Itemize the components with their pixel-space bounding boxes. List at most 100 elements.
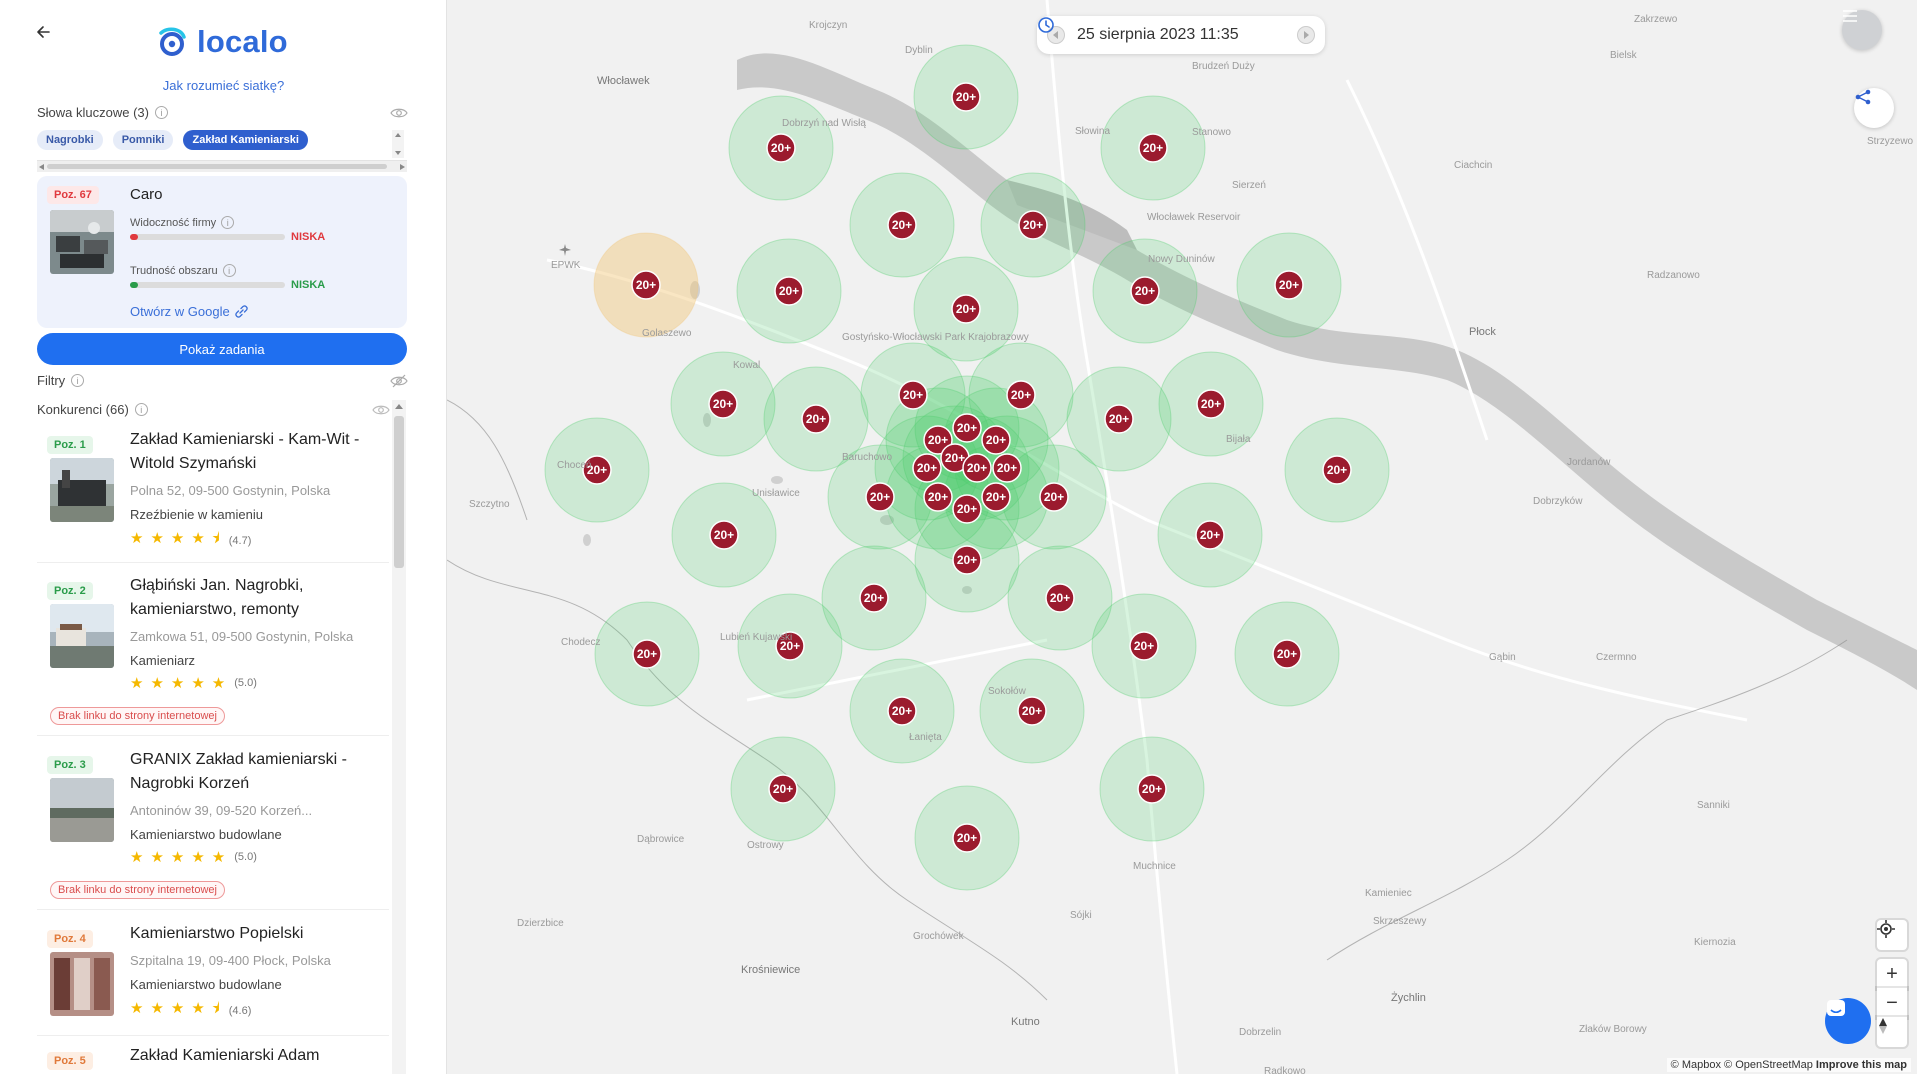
- rank-pin-label: 20+: [714, 528, 734, 542]
- rank-pin[interactable]: 20+: [774, 276, 804, 306]
- filters-header[interactable]: Filtry i: [37, 373, 85, 388]
- history-clock-icon[interactable]: [1037, 16, 1055, 34]
- rank-pin[interactable]: 20+: [865, 482, 895, 512]
- date-picker[interactable]: 25 sierpnia 2023 11:35: [1037, 16, 1325, 54]
- improve-map-link[interactable]: Improve this map: [1816, 1059, 1907, 1071]
- info-icon[interactable]: i: [222, 264, 236, 277]
- competitor-item[interactable]: Poz. 1 Zakład Kamieniarski - Kam-Wit - W…: [37, 428, 389, 563]
- place-label: Sanniki: [1697, 800, 1730, 811]
- rank-pin[interactable]: 20+: [1130, 276, 1160, 306]
- osm-attribution[interactable]: © OpenStreetMap: [1724, 1059, 1813, 1071]
- rank-pin[interactable]: 20+: [768, 774, 798, 804]
- rank-pin[interactable]: 20+: [962, 453, 992, 483]
- rank-pin[interactable]: 20+: [981, 482, 1011, 512]
- rank-pin[interactable]: 20+: [1138, 133, 1168, 163]
- info-icon[interactable]: i: [155, 106, 168, 119]
- rank-pin[interactable]: 20+: [992, 453, 1022, 483]
- keywords-horizontal-scrollbar[interactable]: [37, 160, 407, 172]
- rank-pin[interactable]: 20+: [887, 210, 917, 240]
- scrollbar-thumb[interactable]: [394, 416, 404, 568]
- show-tasks-button[interactable]: Pokaż zadania: [37, 333, 407, 365]
- rank-pin[interactable]: 20+: [1322, 455, 1352, 485]
- next-date-icon[interactable]: [1297, 26, 1315, 44]
- map[interactable]: 20+ 20+ 20+ 20+ 20+ 20+ 20+ 20+ 20+ 20+ 20+ 20+ 20+ 2…: [447, 0, 1917, 1074]
- rank-pin[interactable]: 20+: [1006, 380, 1036, 410]
- rating-value: (5.0): [234, 851, 257, 863]
- competitor-name[interactable]: Głąbiński Jan. Nagrobki, kamieniarstwo, …: [130, 574, 385, 622]
- competitor-name[interactable]: Zakład Kamieniarski - Kam-Wit - Witold S…: [130, 428, 385, 476]
- rank-pin[interactable]: 20+: [951, 294, 981, 324]
- stars-icon: ★★★★⯨: [130, 1000, 227, 1017]
- rank-pin[interactable]: 20+: [952, 413, 982, 443]
- scroll-up-icon[interactable]: [395, 404, 403, 409]
- rank-pin-label: 20+: [1327, 463, 1347, 477]
- rank-pin[interactable]: 20+: [981, 425, 1011, 455]
- rank-pin[interactable]: 20+: [632, 639, 662, 669]
- rating-stars: ★★★★⯨ (4.7): [130, 528, 251, 553]
- rank-pin[interactable]: 20+: [1129, 631, 1159, 661]
- mapbox-attribution[interactable]: © Mapbox: [1671, 1059, 1721, 1071]
- scrollbar-thumb[interactable]: [47, 164, 387, 169]
- competitors-scrollbar[interactable]: [392, 400, 406, 1074]
- keyword-chip-zaklad-kamieniarski[interactable]: Zakład Kamieniarski: [183, 130, 308, 150]
- scroll-right-icon[interactable]: [400, 164, 405, 170]
- rank-pin[interactable]: 20+: [951, 82, 981, 112]
- open-google-link[interactable]: Otwórz w Google: [130, 304, 248, 319]
- difficulty-bar: [130, 282, 285, 288]
- eye-icon[interactable]: [372, 404, 390, 416]
- competitor-item[interactable]: Poz. 2 Głąbiński Jan. Nagrobki, kamienia…: [37, 574, 389, 736]
- rank-pin[interactable]: 20+: [1137, 774, 1167, 804]
- rank-pin[interactable]: 20+: [709, 520, 739, 550]
- rank-pin[interactable]: 20+: [801, 404, 831, 434]
- competitor-name[interactable]: Kamieniarstwo Popielski: [130, 922, 385, 946]
- share-button[interactable]: [1854, 88, 1894, 128]
- rank-pin[interactable]: 20+: [1045, 583, 1075, 613]
- competitor-name[interactable]: GRANIX Zakład kamieniarski - Nagrobki Ko…: [130, 748, 385, 796]
- rank-pin[interactable]: 20+: [1017, 696, 1047, 726]
- info-icon[interactable]: i: [71, 374, 85, 387]
- competitor-item[interactable]: Poz. 4 Kamieniarstwo Popielski Szpitalna…: [37, 922, 389, 1036]
- rank-pin[interactable]: 20+: [766, 133, 796, 163]
- competitor-item[interactable]: Poz. 5 Zakład Kamieniarski Adam: [37, 1044, 389, 1074]
- scroll-left-icon[interactable]: [39, 164, 44, 170]
- keyword-chip-nagrobki[interactable]: Nagrobki: [37, 130, 103, 150]
- eye-icon[interactable]: [390, 107, 408, 119]
- rank-pin[interactable]: 20+: [1039, 482, 1069, 512]
- rank-pin[interactable]: 20+: [952, 545, 982, 575]
- info-icon[interactable]: i: [221, 216, 235, 229]
- rank-pin[interactable]: 20+: [1018, 210, 1048, 240]
- competitor-name[interactable]: Zakład Kamieniarski Adam: [130, 1044, 385, 1068]
- menu-button[interactable]: [1842, 10, 1882, 50]
- map-attribution: © Mapbox © OpenStreetMap Improve this ma…: [1666, 1058, 1911, 1072]
- geolocate-button[interactable]: [1877, 920, 1907, 950]
- rank-pin[interactable]: 20+: [898, 380, 928, 410]
- rank-pin[interactable]: 20+: [952, 823, 982, 853]
- rank-pin[interactable]: 20+: [1272, 639, 1302, 669]
- rank-pin[interactable]: 20+: [887, 696, 917, 726]
- rank-pin[interactable]: 20+: [1196, 389, 1226, 419]
- compass-button[interactable]: [1877, 1017, 1907, 1047]
- rank-pin[interactable]: 20+: [952, 494, 982, 524]
- zoom-in-button[interactable]: +: [1877, 959, 1907, 989]
- competitor-item[interactable]: Poz. 3 GRANIX Zakład kamieniarski - Nagr…: [37, 748, 389, 910]
- info-icon[interactable]: i: [134, 403, 148, 416]
- rank-pin-label: 20+: [1134, 639, 1154, 653]
- hamburger-icon: [1843, 10, 1857, 22]
- keyword-chip-pomniki[interactable]: Pomniki: [112, 130, 174, 150]
- rank-pin[interactable]: 20+: [708, 389, 738, 419]
- chat-button[interactable]: [1825, 998, 1871, 1044]
- rank-pin[interactable]: 20+: [1195, 520, 1225, 550]
- rank-pin[interactable]: 20+: [1274, 270, 1304, 300]
- eye-off-icon[interactable]: [390, 374, 408, 388]
- zoom-out-button[interactable]: −: [1877, 988, 1907, 1018]
- filters-label: Filtry: [37, 373, 66, 388]
- rank-pin[interactable]: 20+: [1104, 404, 1134, 434]
- back-arrow-icon[interactable]: [34, 22, 54, 42]
- rank-pin[interactable]: 20+: [912, 453, 942, 483]
- keywords-vertical-scrollbar[interactable]: [392, 130, 404, 158]
- rank-pin[interactable]: 20+: [859, 583, 889, 613]
- rank-pin-label: 20+: [957, 502, 977, 516]
- grid-help-link[interactable]: Jak rozumieć siatkę?: [0, 78, 446, 93]
- rank-pin[interactable]: 20+: [923, 482, 953, 512]
- rank-pin[interactable]: 20+: [631, 270, 661, 300]
